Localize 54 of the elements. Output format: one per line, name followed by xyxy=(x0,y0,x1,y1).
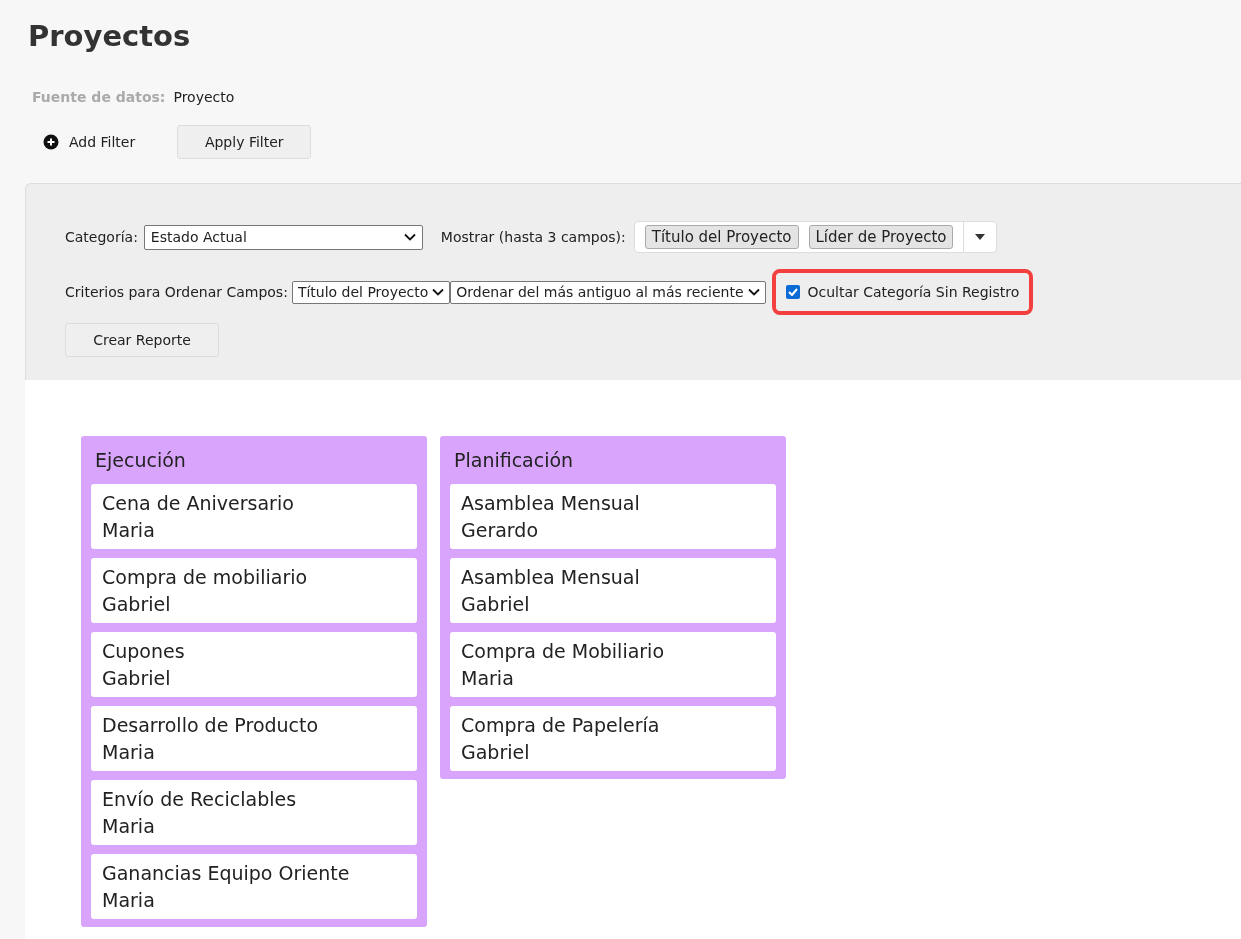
dropdown-triangle-icon[interactable] xyxy=(975,234,986,240)
field-tag[interactable]: Líder de Proyecto xyxy=(808,225,954,249)
project-leader: Maria xyxy=(102,517,156,543)
sort-field-dropdown[interactable]: Título del Proyecto xyxy=(291,280,451,304)
show-fields-select[interactable]: Título del Proyecto Líder de Proyecto xyxy=(633,221,998,253)
add-filter-button[interactable]: Add Filter xyxy=(43,125,136,159)
project-card[interactable]: Desarrollo de Producto Maria xyxy=(91,706,417,771)
project-leader: Maria xyxy=(102,739,156,765)
project-title: Asamblea Mensual xyxy=(461,490,641,516)
page-title: Proyectos xyxy=(28,18,192,54)
hide-empty-category-label[interactable]: Ocultar Categoría Sin Registro xyxy=(807,281,1020,303)
project-title: Compra de Mobiliario xyxy=(461,638,666,664)
project-card[interactable]: Compra de Mobiliario Maria xyxy=(450,632,776,697)
category-dropdown[interactable]: Estado Actual xyxy=(143,224,423,250)
project-leader: Maria xyxy=(102,813,156,839)
chevron-down-icon xyxy=(403,233,416,241)
category-label: Categoría: xyxy=(65,227,138,247)
data-source-label: Fuente de datos: xyxy=(32,88,166,107)
create-report-button[interactable]: Crear Reporte xyxy=(65,323,219,357)
show-fields-label: Mostrar (hasta 3 campos): xyxy=(440,227,626,247)
project-card[interactable]: Ganancias Equipo Oriente Maria xyxy=(91,854,417,919)
project-card[interactable]: Asamblea Mensual Gerardo xyxy=(450,484,776,549)
sort-order-dropdown[interactable]: Ordenar del más antiguo al más reciente xyxy=(450,280,766,304)
project-title: Desarrollo de Producto xyxy=(102,712,320,738)
project-card[interactable]: Compra de mobiliario Gabriel xyxy=(91,558,417,623)
project-title: Envío de Reciclables xyxy=(102,786,298,812)
project-title: Ganancias Equipo Oriente xyxy=(102,860,351,886)
project-leader: Gerardo xyxy=(461,517,540,543)
project-leader: Gabriel xyxy=(461,739,531,765)
project-title: Compra de Papelería xyxy=(461,712,661,738)
data-source-value: Proyecto xyxy=(173,88,235,107)
column-title: Ejecución xyxy=(94,447,187,473)
project-card[interactable]: Cena de Aniversario Maria xyxy=(91,484,417,549)
project-card[interactable]: Envío de Reciclables Maria xyxy=(91,780,417,845)
apply-filter-button[interactable]: Apply Filter xyxy=(177,125,312,159)
project-leader: Maria xyxy=(461,665,515,691)
field-tag[interactable]: Título del Proyecto xyxy=(644,225,799,249)
sort-criteria-label: Criterios para Ordenar Campos: xyxy=(65,282,288,302)
project-card[interactable]: Compra de Papelería Gabriel xyxy=(450,706,776,771)
project-card[interactable]: Cupones Gabriel xyxy=(91,632,417,697)
project-leader: Maria xyxy=(102,887,156,913)
project-title: Asamblea Mensual xyxy=(461,564,641,590)
chevron-down-icon xyxy=(432,288,445,296)
project-title: Cupones xyxy=(102,638,186,664)
column-title: Planificación xyxy=(453,447,575,473)
project-leader: Gabriel xyxy=(102,665,172,691)
project-title: Cena de Aniversario xyxy=(102,490,295,516)
chevron-down-icon xyxy=(747,288,760,296)
checkbox[interactable] xyxy=(785,285,800,299)
project-card[interactable]: Asamblea Mensual Gabriel xyxy=(450,558,776,623)
project-leader: Gabriel xyxy=(461,591,531,617)
project-title: Compra de mobiliario xyxy=(102,564,309,590)
plus-circle-icon xyxy=(43,134,59,150)
project-leader: Gabriel xyxy=(102,591,172,617)
